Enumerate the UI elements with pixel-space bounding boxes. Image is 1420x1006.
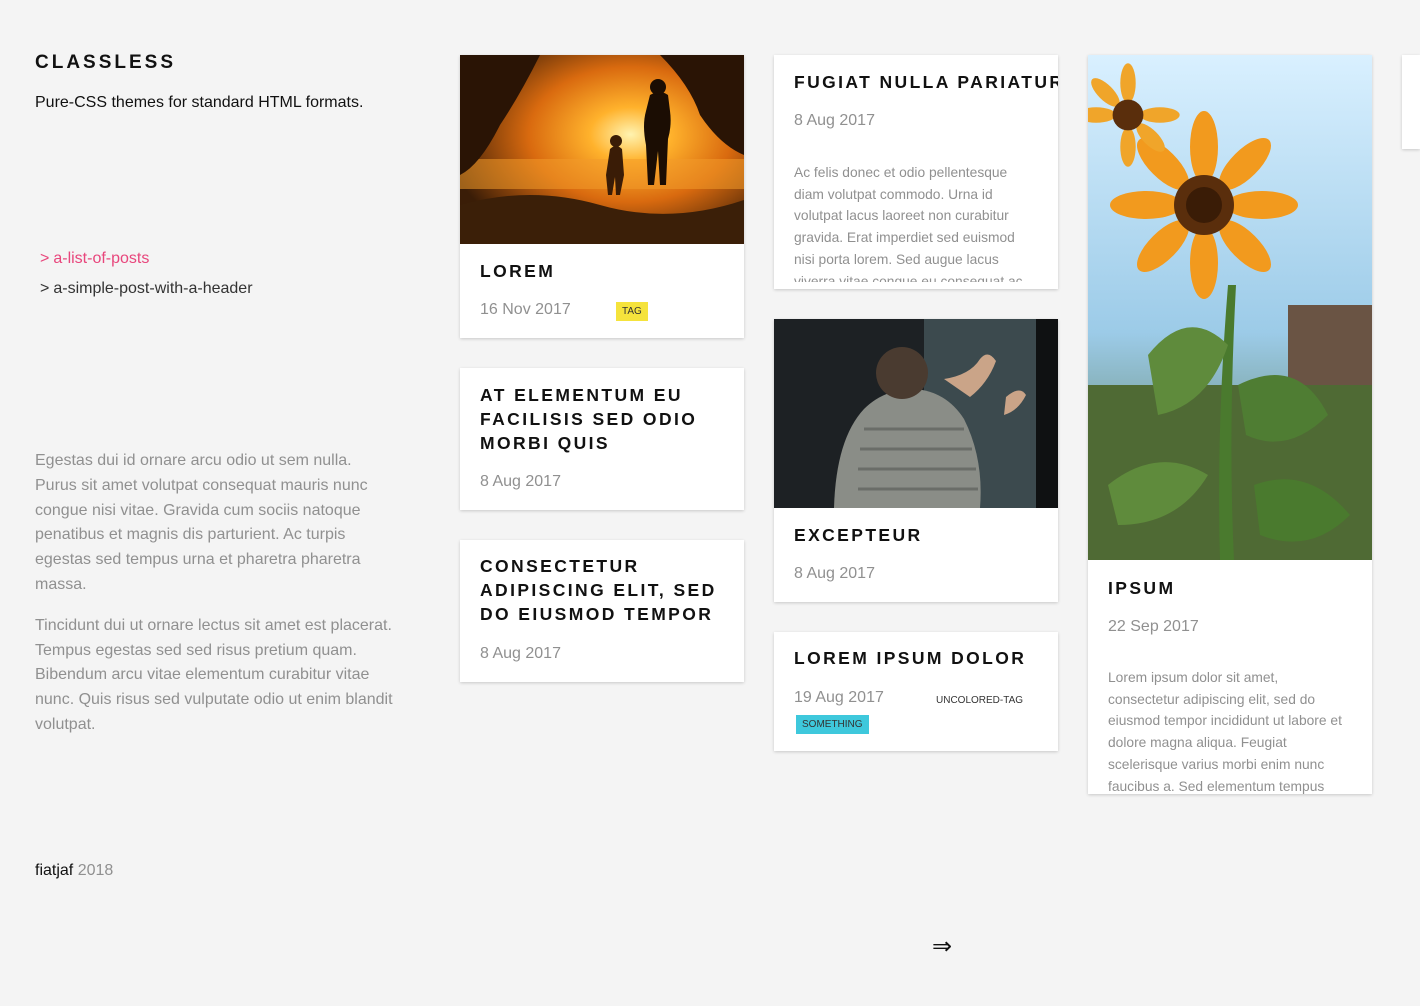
nav-menu: > a-list-of-posts > a-simple-post-with-a-h… (40, 244, 253, 304)
about-paragraph: Egestas dui id ornare arcu odio ut sem n… (35, 452, 368, 593)
nav-arrow-icon: > (40, 250, 50, 267)
post-card-body: Ipsum 22 Sep 2017 Lorem ipsum dolor sit … (1088, 560, 1372, 794)
post-date: 8 Aug 2017 (794, 112, 875, 129)
about-paragraph: Tincidunt dui ut ornare lectus sit amet … (35, 616, 393, 733)
tag-badge[interactable]: tag (616, 302, 648, 321)
post-title[interactable]: Excepteur (794, 523, 1038, 547)
post-title[interactable]: Consectetur adipiscing elit, sed do eius… (480, 554, 728, 626)
tag-badge[interactable]: uncolored-tag (936, 695, 1023, 706)
post-card-lorem-ipsum-dolor[interactable]: Lorem ipsum dolor 19 Aug 2017 uncolored-… (774, 632, 1058, 751)
post-card-body: Lorem 16 Nov 2017 tag (460, 244, 744, 338)
post-card-fugiat[interactable]: Fugiat nulla pariatur 8 Aug 2017 Ac feli… (774, 55, 1058, 289)
sunflowers-photo[interactable] (1088, 55, 1372, 560)
post-title[interactable]: Lorem (480, 259, 724, 283)
nav-item-a-simple-post-with-a-header[interactable]: > a-simple-post-with-a-header (40, 274, 253, 304)
post-card-excepteur[interactable]: Excepteur 8 Aug 2017 (774, 319, 1058, 602)
site-title[interactable]: CLASSLESS (35, 52, 176, 74)
footer-author[interactable]: fiatjaf (35, 862, 73, 879)
post-card-partial[interactable] (1402, 55, 1420, 149)
post-date: 8 Aug 2017 (794, 565, 875, 582)
post-date: 19 Aug 2017 (794, 689, 884, 706)
post-title[interactable]: Fugiat nulla pariatur (794, 70, 1058, 94)
nav-item-a-list-of-posts[interactable]: > a-list-of-posts (40, 244, 253, 274)
post-date: 8 Aug 2017 (480, 473, 561, 490)
post-card-consectetur[interactable]: Consectetur adipiscing elit, sed do eius… (460, 540, 744, 682)
next-page-arrow-icon[interactable]: ⇒ (932, 932, 952, 961)
nav-arrow-icon: > (40, 280, 50, 297)
post-excerpt: Lorem ipsum dolor sit amet, consectetur … (1108, 670, 1342, 794)
embracing-people-photo[interactable] (774, 319, 1058, 508)
post-title[interactable]: At elementum eu facilisis sed odio morbi… (480, 383, 724, 455)
post-date: 8 Aug 2017 (480, 645, 561, 662)
post-date: 22 Sep 2017 (1108, 618, 1199, 635)
sunset-family-photo[interactable] (460, 55, 744, 244)
tag-badge[interactable]: something (796, 715, 869, 734)
site-description: Pure-CSS themes for standard HTML format… (35, 94, 364, 111)
post-card-ipsum[interactable]: Ipsum 22 Sep 2017 Lorem ipsum dolor sit … (1088, 55, 1372, 794)
footer-year: 2018 (77, 862, 114, 879)
nav-item-label: a-list-of-posts (53, 250, 150, 267)
nav-item-label: a-simple-post-with-a-header (53, 280, 253, 297)
post-card-lorem[interactable]: Lorem 16 Nov 2017 tag (460, 55, 744, 338)
about-text: Egestas dui id ornare arcu odio ut sem n… (35, 449, 397, 754)
post-card-body: Excepteur 8 Aug 2017 (774, 508, 1058, 602)
post-card-at-elementum[interactable]: At elementum eu facilisis sed odio morbi… (460, 368, 744, 510)
footer: fiatjaf 2018 (35, 862, 113, 880)
post-excerpt: Ac felis donec et odio pellentesque diam… (794, 165, 1027, 282)
post-title[interactable]: Ipsum (1108, 576, 1352, 600)
post-date: 16 Nov 2017 (480, 301, 571, 318)
post-title[interactable]: Lorem ipsum dolor (794, 646, 1038, 670)
